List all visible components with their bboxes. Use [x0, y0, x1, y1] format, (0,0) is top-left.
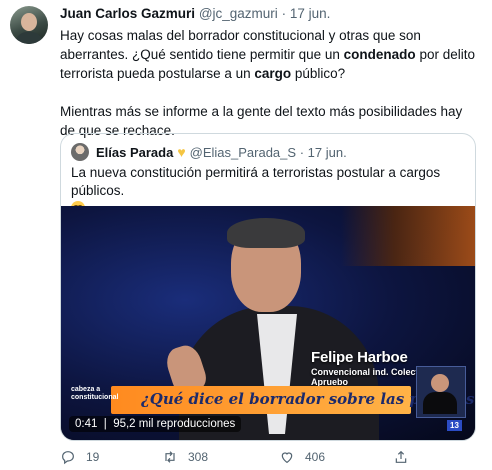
- like-button[interactable]: 406: [279, 449, 325, 465]
- show-logo-line2: constitucional: [71, 394, 119, 401]
- show-logo-line1: cabeza a: [71, 386, 101, 393]
- retweet-icon: [165, 451, 175, 463]
- author-name[interactable]: Juan Carlos Gazmuri: [60, 6, 195, 21]
- author-avatar[interactable]: [10, 6, 48, 44]
- quote-author-handle: @Elias_Parada_S: [189, 145, 297, 160]
- quote-author-avatar[interactable]: [71, 143, 89, 161]
- tweet-actions: 19 308 406: [60, 449, 480, 469]
- video-duration: 0:41: [75, 418, 98, 430]
- heart-icon: [281, 452, 293, 464]
- reply-button[interactable]: 19: [60, 449, 99, 465]
- bold-word-condenado: condenado: [343, 47, 416, 62]
- yellow-heart-icon: ♥: [177, 144, 186, 160]
- retweet-button[interactable]: 308: [162, 449, 208, 465]
- reply-count: 19: [86, 450, 100, 464]
- separator-dot: ·: [299, 145, 305, 160]
- lower-third-name: Felipe Harboe: [311, 349, 408, 366]
- quote-author-name: Elías Parada: [96, 145, 174, 160]
- views-separator: |: [100, 418, 110, 430]
- quoted-tweet[interactable]: Elías Parada ♥ @Elias_Parada_S · 17 jun. L…: [60, 133, 476, 441]
- show-logo: cabeza a constitucional: [71, 386, 127, 412]
- text-span: público?: [291, 66, 346, 81]
- share-button[interactable]: [393, 449, 409, 465]
- retweet-count: 308: [188, 450, 209, 464]
- interpreter-head: [431, 374, 449, 392]
- rating-badge: 13: [447, 420, 462, 431]
- quote-text-content: La nueva constitución permitirá a terror…: [71, 165, 441, 198]
- bold-word-cargo: cargo: [254, 66, 292, 81]
- avatar-head: [21, 13, 37, 31]
- avatar-body: [15, 32, 43, 44]
- tweet-date[interactable]: 17 jun.: [290, 6, 331, 21]
- like-count: 406: [305, 450, 326, 464]
- video-player[interactable]: Felipe Harboe Convencional ind. Colectiv…: [61, 206, 475, 440]
- author-handle[interactable]: @jc_gazmuri: [199, 6, 278, 21]
- interpreter-body: [423, 392, 457, 414]
- video-views: 95,2 mil reproducciones: [113, 418, 236, 430]
- tweet-header: Juan Carlos Gazmuri @jc_gazmuri · 17 jun…: [60, 6, 330, 21]
- tweet-paragraph-1: Hay cosas malas del borrador constitucio…: [60, 26, 480, 83]
- reply-icon: [62, 451, 74, 465]
- video-background-accent: [341, 206, 475, 266]
- quote-date: 17 jun.: [307, 145, 347, 160]
- video-stats-pill: 0:41 | 95,2 mil reproducciones: [69, 416, 242, 432]
- speaker-hair: [227, 218, 305, 248]
- tweet-text: Hay cosas malas del borrador constitucio…: [60, 26, 480, 140]
- share-icon: [395, 450, 407, 463]
- quote-header: Elías Parada ♥ @Elias_Parada_S · 17 jun.: [96, 144, 347, 160]
- separator-dot: ·: [281, 6, 287, 21]
